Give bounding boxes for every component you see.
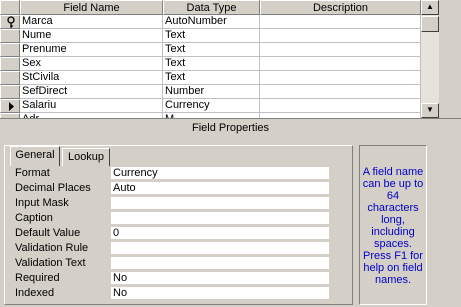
key-icon (7, 16, 15, 28)
scroll-down-button[interactable]: ▼ (421, 103, 439, 118)
data-type-cell[interactable]: Text (163, 57, 260, 71)
row-selector[interactable] (0, 29, 20, 43)
property-value-field[interactable] (111, 197, 329, 210)
help-text: A field name can be up to 64 characters … (359, 145, 427, 305)
grid-right-margin (439, 0, 461, 118)
scroll-thumb[interactable] (421, 16, 439, 32)
property-label: Validation Text (15, 257, 86, 269)
row-selector[interactable] (0, 57, 20, 71)
field-name-cell[interactable]: SefDirect (20, 85, 163, 99)
field-name-cell[interactable]: Sex (20, 57, 163, 71)
property-label: Validation Rule (15, 242, 89, 254)
tab-general[interactable]: General (10, 146, 60, 166)
column-header-data-type[interactable]: Data Type (163, 0, 260, 15)
property-value-field[interactable]: 0 (111, 227, 329, 240)
scroll-up-button[interactable]: ▲ (421, 0, 439, 15)
property-value-field[interactable]: Currency (111, 167, 329, 180)
field-name-cell[interactable]: Nume (20, 29, 163, 43)
property-value-field[interactable]: No (111, 287, 329, 300)
data-type-cell[interactable]: Text (163, 71, 260, 85)
property-label: Default Value (15, 227, 81, 239)
row-selector[interactable] (0, 43, 20, 57)
description-cell[interactable] (260, 29, 421, 43)
property-value-field[interactable] (111, 257, 329, 270)
row-selector[interactable] (0, 85, 20, 99)
data-type-cell[interactable]: AutoNumber (163, 15, 260, 29)
property-value-field[interactable]: No (111, 272, 329, 285)
property-value-field[interactable] (111, 242, 329, 255)
property-label: Indexed (15, 287, 55, 299)
description-cell[interactable] (260, 15, 421, 29)
column-header-description[interactable]: Description (260, 0, 421, 15)
field-properties-title: Field Properties (0, 118, 461, 136)
property-label: Required (15, 272, 60, 284)
description-cell[interactable] (260, 85, 421, 99)
property-value-field[interactable]: Auto (111, 182, 329, 195)
table-design-grid: Field Name Data Type Description Marca Au… (0, 0, 461, 127)
description-cell[interactable] (260, 99, 421, 113)
field-name-cell[interactable]: Marca (20, 15, 163, 29)
data-type-cell[interactable]: Text (163, 29, 260, 43)
row-selector[interactable] (0, 71, 20, 85)
description-cell[interactable] (260, 71, 421, 85)
tab-lookup[interactable]: Lookup (62, 148, 110, 166)
column-header-field-name[interactable]: Field Name (20, 0, 163, 15)
current-row-arrow-icon (9, 102, 14, 111)
data-type-cell[interactable]: Number (163, 85, 260, 99)
property-label: Caption (15, 212, 53, 224)
grid-vertical-scrollbar[interactable]: ▲ ▼ (421, 0, 439, 118)
description-cell[interactable] (260, 57, 421, 71)
property-label: Decimal Places (15, 182, 91, 194)
row-selector[interactable] (0, 99, 20, 113)
field-name-cell[interactable]: StCivila (20, 71, 163, 85)
data-type-cell[interactable]: Text (163, 43, 260, 57)
data-type-cell[interactable]: Currency (163, 99, 260, 113)
property-label: Input Mask (15, 197, 69, 209)
property-label: Format (15, 167, 50, 179)
row-selector-header (0, 0, 20, 15)
field-name-cell[interactable]: Prenume (20, 43, 163, 57)
row-selector[interactable] (0, 15, 20, 29)
description-cell[interactable] (260, 43, 421, 57)
field-name-cell[interactable]: Salariu (20, 99, 163, 113)
property-value-field[interactable] (111, 212, 329, 225)
